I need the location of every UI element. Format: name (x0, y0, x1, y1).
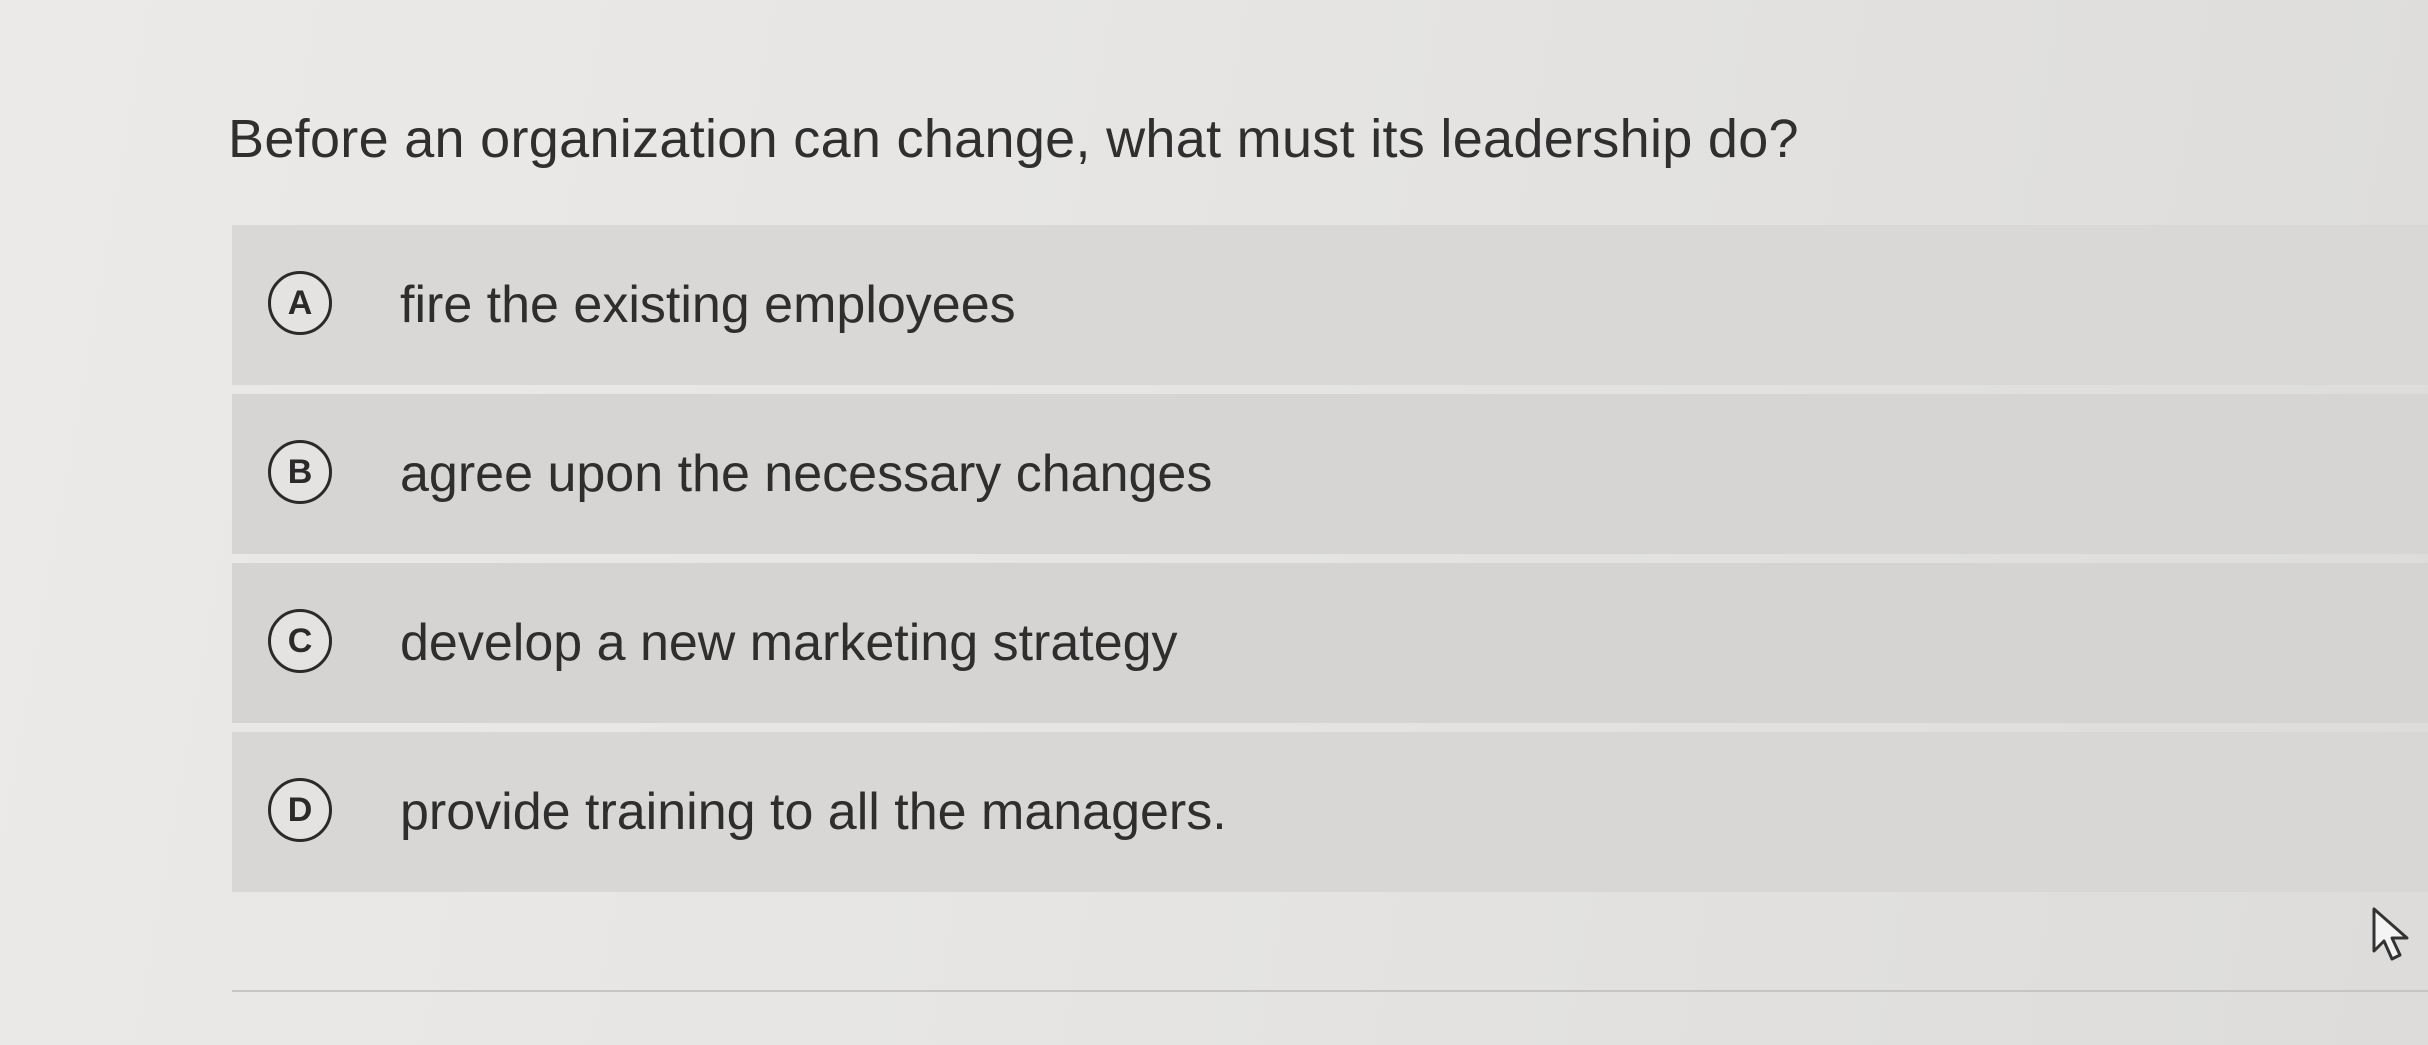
option-a-label: fire the existing employees (400, 276, 1016, 334)
option-d-letter: D (287, 791, 313, 829)
answer-options: A fire the existing employees B agree up… (232, 225, 2428, 901)
option-c-radio[interactable]: C (268, 609, 356, 677)
option-b-letter: B (287, 453, 313, 491)
option-a-letter: A (287, 284, 313, 322)
option-d-label: provide training to all the managers. (400, 783, 1227, 841)
option-b[interactable]: B agree upon the necessary changes (232, 394, 2428, 554)
divider (232, 990, 2428, 992)
option-d-radio[interactable]: D (268, 778, 356, 846)
option-c-label: develop a new marketing strategy (400, 614, 1178, 672)
option-a-radio[interactable]: A (268, 271, 356, 339)
mouse-pointer-icon (2372, 907, 2409, 961)
option-b-radio[interactable]: B (268, 440, 356, 508)
option-c[interactable]: C develop a new marketing strategy (232, 563, 2428, 723)
option-a[interactable]: A fire the existing employees (232, 225, 2428, 385)
option-b-label: agree upon the necessary changes (400, 445, 1213, 503)
question-text: Before an organization can change, what … (228, 109, 1799, 169)
option-c-letter: C (287, 622, 313, 660)
option-d[interactable]: D provide training to all the managers. (232, 732, 2428, 892)
